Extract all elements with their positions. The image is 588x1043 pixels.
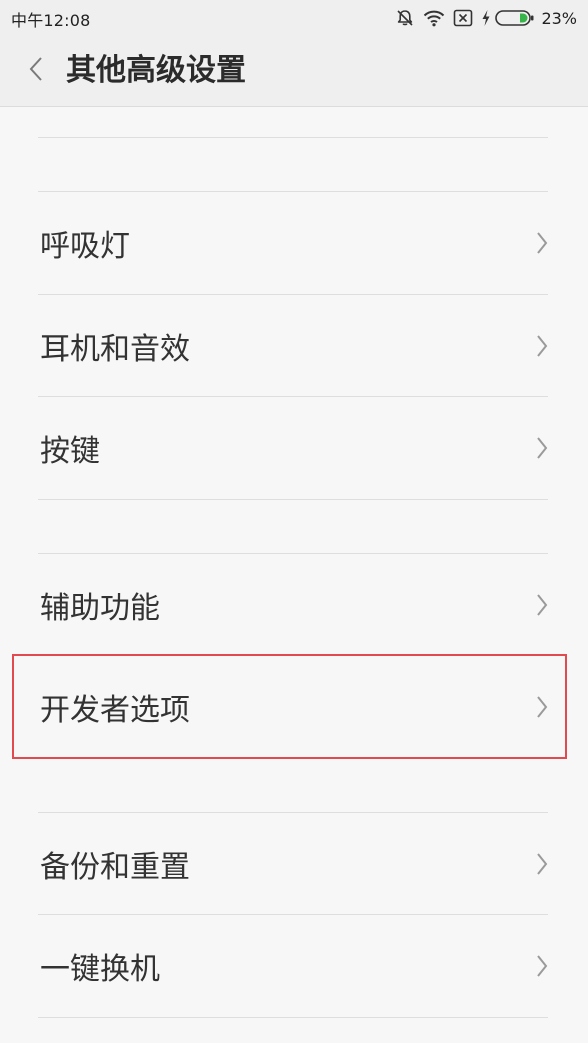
chevron-right-icon: [534, 592, 550, 618]
settings-item-label: 备份和重置: [40, 850, 190, 885]
chevron-left-icon: [29, 56, 43, 86]
wifi-icon: [423, 9, 445, 27]
divider: [38, 137, 548, 138]
chevron-right-icon: [534, 435, 550, 461]
no-sim-icon: [453, 9, 473, 27]
settings-item-label: 按键: [40, 434, 100, 469]
settings-item-headphones-audio[interactable]: 耳机和音效: [0, 295, 588, 397]
status-icons: 23%: [387, 6, 577, 30]
page-title: 其他高级设置: [66, 53, 246, 88]
chevron-right-icon: [534, 694, 550, 720]
divider: [38, 499, 548, 500]
settings-item-label: 呼吸灯: [40, 229, 130, 264]
settings-item-accessibility[interactable]: 辅助功能: [0, 554, 588, 656]
divider: [38, 1017, 548, 1018]
chevron-right-icon: [534, 333, 550, 359]
settings-item-label: 耳机和音效: [40, 332, 190, 367]
settings-item-label: 开发者选项: [40, 693, 190, 728]
settings-item-buttons[interactable]: 按键: [0, 397, 588, 499]
settings-item-label: 辅助功能: [40, 591, 160, 626]
settings-item-backup-reset[interactable]: 备份和重置: [0, 813, 588, 915]
app-header: 其他高级设置: [0, 36, 588, 107]
chevron-right-icon: [534, 851, 550, 877]
settings-item-label: 一键换机: [40, 952, 160, 987]
battery-percent: 23%: [541, 8, 577, 28]
settings-item-developer-options[interactable]: 开发者选项: [0, 656, 588, 758]
settings-item-breathing-light[interactable]: 呼吸灯: [0, 192, 588, 294]
bell-off-icon: [395, 8, 415, 28]
charging-icon: [481, 9, 491, 27]
settings-item-phone-migration[interactable]: 一键换机: [0, 915, 588, 1017]
status-bar: 中午12:08 23%: [0, 0, 588, 36]
status-time: 中午12:08: [11, 11, 91, 30]
back-button[interactable]: [20, 53, 52, 89]
battery-icon: [495, 9, 535, 27]
chevron-right-icon: [534, 953, 550, 979]
chevron-right-icon: [534, 230, 550, 256]
